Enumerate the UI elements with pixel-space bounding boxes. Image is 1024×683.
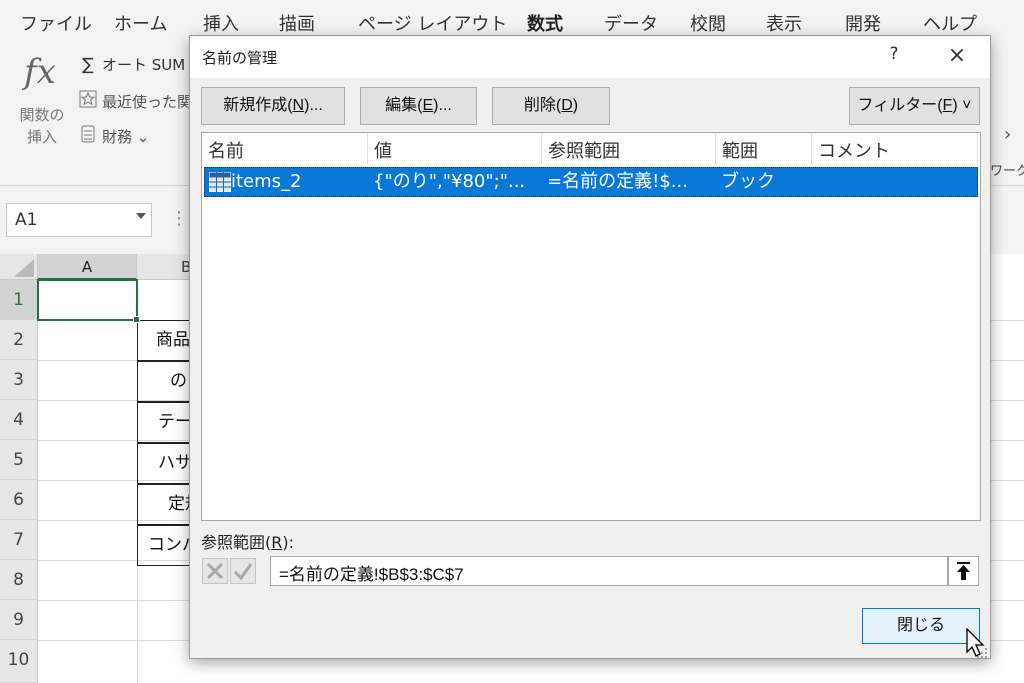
name-cell: items_2 xyxy=(231,171,302,192)
row-header-7[interactable]: 7 xyxy=(0,520,38,560)
mouse-pointer-icon xyxy=(966,627,988,660)
cell-b2[interactable]: 商品 xyxy=(137,320,197,361)
column-header-name[interactable]: 名前 xyxy=(202,133,368,165)
tab-insert[interactable]: 挿入 xyxy=(203,10,239,36)
column-header-a[interactable]: A xyxy=(38,254,137,280)
table-name-icon xyxy=(209,172,231,192)
active-cell-a1[interactable] xyxy=(37,279,138,321)
close-icon[interactable]: × xyxy=(942,40,972,72)
function-insert-button[interactable]: 関数の 挿入 xyxy=(14,104,70,148)
row-header-4[interactable]: 4 xyxy=(0,400,38,440)
row-header-10[interactable]: 10 xyxy=(0,640,38,683)
tab-data[interactable]: データ xyxy=(604,10,658,36)
database-icon xyxy=(78,125,98,148)
refers-to-label: 参照範囲(R): xyxy=(201,533,295,552)
cancel-edit-icon[interactable] xyxy=(202,558,228,584)
column-header-scope[interactable]: 範囲 xyxy=(716,133,812,165)
row-header-5[interactable]: 5 xyxy=(0,440,38,480)
dialog-title: 名前の管理 xyxy=(202,49,278,67)
row-header-6[interactable]: 6 xyxy=(0,480,38,520)
new-name-button[interactable]: 新規作成(N)... xyxy=(201,87,345,125)
confirm-edit-icon[interactable] xyxy=(230,558,256,584)
close-button[interactable]: 閉じる xyxy=(862,608,980,644)
name-box[interactable]: A1 xyxy=(6,203,152,237)
cell-b7[interactable]: コンパ xyxy=(137,525,197,566)
cell-b3[interactable]: のり xyxy=(137,361,197,402)
autosum-button[interactable]: ∑ オート SUM xyxy=(78,54,185,75)
tab-view[interactable]: 表示 xyxy=(766,10,802,36)
value-cell: {"のり","¥80";"... xyxy=(373,171,526,192)
comment-cell xyxy=(817,168,967,196)
column-header-refers-to[interactable]: 参照範囲 xyxy=(542,133,716,165)
refers-to-input[interactable]: =名前の定義!$B$3:$C$7 xyxy=(270,556,948,586)
delete-name-button[interactable]: 削除(D) xyxy=(492,87,610,125)
help-button[interactable]: ? xyxy=(882,44,906,70)
select-all-triangle-icon xyxy=(14,259,34,277)
chevron-down-icon[interactable] xyxy=(136,213,146,219)
sigma-icon: ∑ xyxy=(82,54,94,75)
tab-page-layout[interactable]: ページ レイアウト xyxy=(358,10,507,36)
tab-developer[interactable]: 開発 xyxy=(845,10,881,36)
ribbon-truncated-label: ワーク xyxy=(990,164,1024,179)
finance-button[interactable]: 財務 ⌄ xyxy=(78,125,149,148)
edit-name-button[interactable]: 編集(E)... xyxy=(360,87,477,125)
scope-cell: ブック xyxy=(721,171,775,192)
tab-help[interactable]: ヘルプ xyxy=(923,10,977,36)
row-header-2[interactable]: 2 xyxy=(0,320,38,360)
cell-b4[interactable]: テー xyxy=(137,402,197,443)
row-header-9[interactable]: 9 xyxy=(0,600,38,640)
cell-b5[interactable]: ハサ xyxy=(137,443,197,484)
tab-file[interactable]: ファイル xyxy=(20,10,92,36)
function-insert-icon[interactable]: fx xyxy=(24,52,56,92)
chevron-right-icon[interactable]: › xyxy=(1004,124,1011,145)
row-header-1[interactable]: 1 xyxy=(0,280,38,320)
row-header-8[interactable]: 8 xyxy=(0,560,38,600)
list-item[interactable]: items_2 {"のり","¥80";"... =名前の定義!$... ブック xyxy=(204,167,978,197)
tab-home[interactable]: ホーム xyxy=(114,10,167,36)
column-header-comment[interactable]: コメント xyxy=(812,133,978,165)
column-header-value[interactable]: 値 xyxy=(368,133,542,165)
names-list[interactable]: 名前 値 参照範囲 範囲 コメント items_2 {"のり","¥80";".… xyxy=(201,132,981,521)
formula-bar-grip-icon[interactable]: ⋮ xyxy=(170,208,188,229)
tab-formulas[interactable]: 数式 xyxy=(527,10,563,36)
collapse-dialog-button[interactable] xyxy=(948,556,979,586)
star-icon xyxy=(78,90,98,113)
recently-used-button[interactable]: 最近使った関 xyxy=(78,90,192,113)
filter-button[interactable]: フィルター(F) ˅ xyxy=(849,87,980,125)
dialog-titlebar[interactable]: 名前の管理 ? × xyxy=(190,36,990,78)
fill-handle[interactable] xyxy=(133,316,140,323)
row-header-3[interactable]: 3 xyxy=(0,360,38,400)
cell-b6[interactable]: 定規 xyxy=(137,484,197,525)
tab-review[interactable]: 校閲 xyxy=(690,10,726,36)
tab-draw[interactable]: 描画 xyxy=(279,10,315,36)
name-manager-dialog: 名前の管理 ? × 新規作成(N)... 編集(E)... 削除(D) フィルタ… xyxy=(189,35,991,659)
refers-to-cell: =名前の定義!$... xyxy=(547,171,688,192)
arrow-up-icon xyxy=(957,562,970,580)
